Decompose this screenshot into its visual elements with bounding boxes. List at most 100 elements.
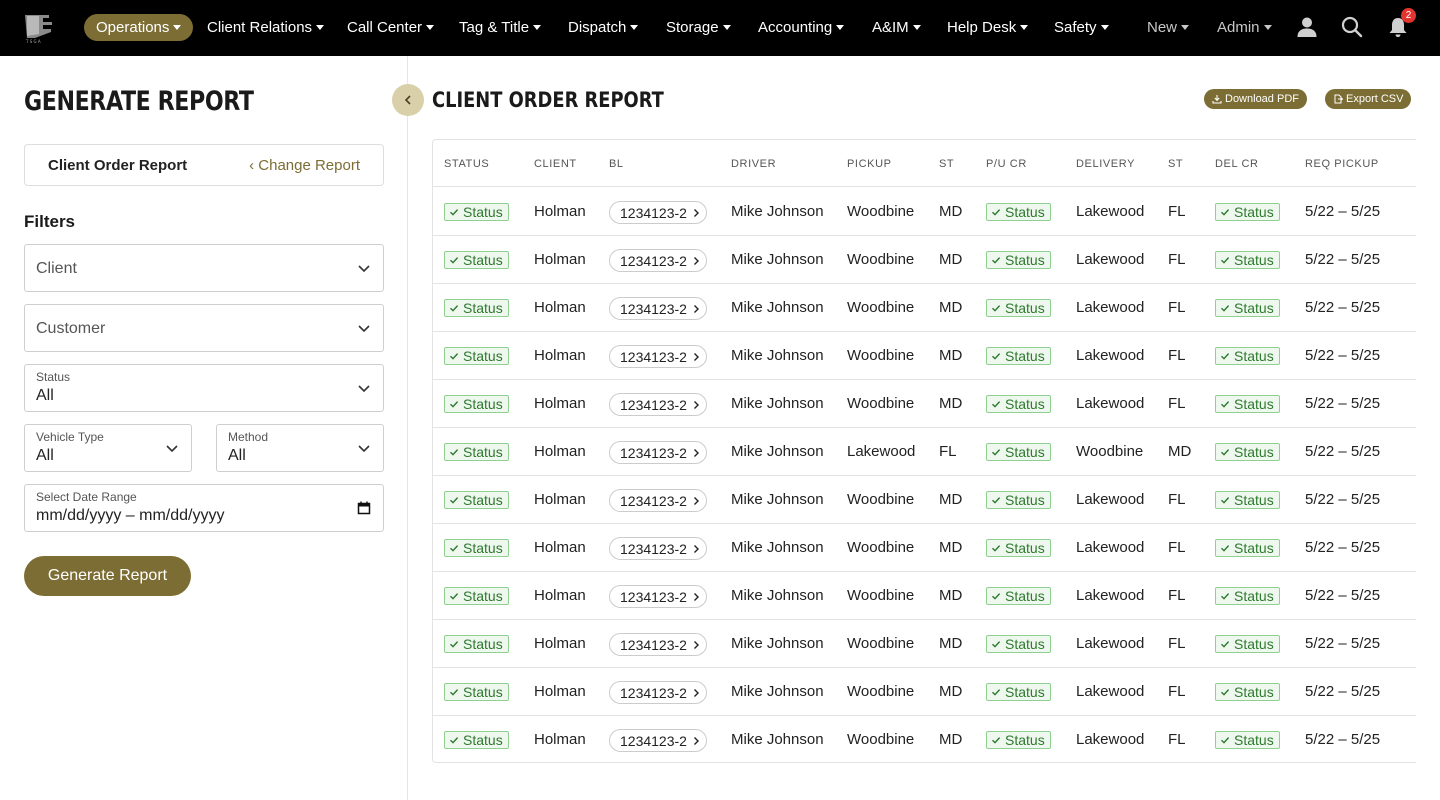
chevron-right-icon xyxy=(693,544,699,553)
user-icon[interactable] xyxy=(1296,16,1318,38)
bl-link[interactable]: 1234123-2 xyxy=(609,585,707,608)
bl-link[interactable]: 1234123-2 xyxy=(609,345,707,368)
delivery-cell: Lakewood xyxy=(1076,587,1145,604)
status-text: Status xyxy=(1234,684,1274,700)
check-icon xyxy=(450,353,459,360)
search-icon[interactable] xyxy=(1341,16,1363,38)
delivery-cell: Lakewood xyxy=(1076,299,1145,316)
customer-select[interactable]: Customer xyxy=(24,304,384,352)
bl-link[interactable]: 1234123-2 xyxy=(609,441,707,464)
nav-call-center[interactable]: Call Center xyxy=(347,14,435,41)
table-row[interactable]: Status Holman 1234123-2 Mike Johnson Woodbin… xyxy=(433,572,1416,620)
nav-help-desk[interactable]: Help Desk xyxy=(947,14,1029,41)
nav-label: Storage xyxy=(666,19,719,36)
status-text: Status xyxy=(1005,252,1045,268)
check-icon xyxy=(1221,209,1230,216)
driver-cell: Mike Johnson xyxy=(731,443,824,460)
nav-client-relations[interactable]: Client Relations xyxy=(207,14,325,41)
table-row[interactable]: Status Holman 1234123-2 Mike Johnson Woodbin… xyxy=(433,668,1416,716)
del-cr-badge: Status xyxy=(1215,683,1280,701)
check-icon xyxy=(1221,593,1230,600)
bl-link[interactable]: 1234123-2 xyxy=(609,681,707,704)
bl-link[interactable]: 1234123-2 xyxy=(609,201,707,224)
table-row[interactable]: Status Holman 1234123-2 Mike Johnson Woodbin… xyxy=(433,284,1416,332)
caret-down-icon xyxy=(1263,25,1272,30)
check-icon xyxy=(450,257,459,264)
col-delivery[interactable]: DELIVERY xyxy=(1076,158,1135,170)
delivery-cell: Lakewood xyxy=(1076,203,1145,220)
nav-label: Safety xyxy=(1054,19,1097,36)
delivery-state-cell: FL xyxy=(1168,683,1186,700)
export-csv-button[interactable]: Export CSV xyxy=(1325,89,1412,109)
col-driver[interactable]: DRIVER xyxy=(731,158,776,170)
table-row[interactable]: Status Holman 1234123-2 Mike Johnson Woodbin… xyxy=(433,524,1416,572)
col-bl[interactable]: BL xyxy=(609,158,624,170)
pickup-cell: Woodbine xyxy=(847,395,915,412)
collapse-panel-button[interactable] xyxy=(392,84,424,116)
nav-operations[interactable]: Operations xyxy=(84,14,194,41)
caret-down-icon xyxy=(1181,25,1190,30)
download-pdf-button[interactable]: Download PDF xyxy=(1204,89,1307,109)
generate-report-button[interactable]: Generate Report xyxy=(24,556,191,596)
date-range-field[interactable]: Select Date Range mm/dd/yyyy – mm/dd/yyy… xyxy=(24,484,384,532)
caret-down-icon xyxy=(1100,25,1109,30)
table-row[interactable]: Status Holman 1234123-2 Mike Johnson Woodbin… xyxy=(433,620,1416,668)
chevron-right-icon xyxy=(693,688,699,697)
table-row[interactable]: Status Holman 1234123-2 Mike Johnson Woodbin… xyxy=(433,380,1416,428)
table-row[interactable]: Status Holman 1234123-2 Mike Johnson Woodbin… xyxy=(433,332,1416,380)
bl-link[interactable]: 1234123-2 xyxy=(609,249,707,272)
status-text: Status xyxy=(1234,300,1274,316)
pickup-cell: Woodbine xyxy=(847,347,915,364)
nav-tag-title[interactable]: Tag & Title xyxy=(459,14,542,41)
delivery-state-cell: FL xyxy=(1168,347,1186,364)
req-pickup-cell: 5/22 – 5/25 xyxy=(1305,491,1381,508)
table-row[interactable]: Status Holman 1234123-2 Mike Johnson Lakewoo… xyxy=(433,428,1416,476)
table-row[interactable]: Status Holman 1234123-2 Mike Johnson Woodbin… xyxy=(433,236,1416,284)
nav-label: Accounting xyxy=(758,19,833,36)
company-logo[interactable]: T S G A xyxy=(23,12,54,44)
status-text: Status xyxy=(463,348,503,364)
check-icon xyxy=(992,737,1001,744)
nav-new[interactable]: New xyxy=(1147,14,1190,41)
bl-link[interactable]: 1234123-2 xyxy=(609,297,707,320)
method-select[interactable]: Method All xyxy=(216,424,384,472)
status-select[interactable]: Status All xyxy=(24,364,384,412)
client-select[interactable]: Client xyxy=(24,244,384,292)
nav-accounting[interactable]: Accounting xyxy=(758,14,845,41)
delivery-state-cell: FL xyxy=(1168,731,1186,748)
status-value: All xyxy=(36,387,54,404)
change-report-label: Change Report xyxy=(258,156,360,174)
col-client[interactable]: CLIENT xyxy=(534,158,577,170)
col-del-cr[interactable]: DEL CR xyxy=(1215,158,1259,170)
nav-storage[interactable]: Storage xyxy=(666,14,731,41)
calendar-icon[interactable] xyxy=(357,501,371,515)
delivery-state-cell: MD xyxy=(1168,443,1192,460)
col-pickup-st[interactable]: ST xyxy=(939,158,954,170)
col-pickup[interactable]: PICKUP xyxy=(847,158,892,170)
col-delivery-st[interactable]: ST xyxy=(1168,158,1183,170)
table-row[interactable]: Status Holman 1234123-2 Mike Johnson Woodbin… xyxy=(433,716,1416,762)
status-badge: Status xyxy=(444,251,509,269)
col-pu-cr[interactable]: P/U CR xyxy=(986,158,1027,170)
bl-link[interactable]: 1234123-2 xyxy=(609,393,707,416)
vehicle-type-select[interactable]: Vehicle Type All xyxy=(24,424,192,472)
nav-aim[interactable]: A&IM xyxy=(872,14,921,41)
col-req-pickup[interactable]: REQ PICKUP xyxy=(1305,158,1379,170)
check-icon xyxy=(450,209,459,216)
table-row[interactable]: Status Holman 1234123-2 Mike Johnson Woodbin… xyxy=(433,476,1416,524)
bl-link[interactable]: 1234123-2 xyxy=(609,489,707,512)
nav-admin[interactable]: Admin xyxy=(1217,14,1272,41)
change-report-link[interactable]: ‹ Change Report xyxy=(249,157,360,174)
status-text: Status xyxy=(1005,444,1045,460)
chevron-right-icon xyxy=(693,496,699,505)
nav-dispatch[interactable]: Dispatch xyxy=(568,14,639,41)
nav-safety[interactable]: Safety xyxy=(1054,14,1109,41)
status-text: Status xyxy=(1005,348,1045,364)
bl-link[interactable]: 1234123-2 xyxy=(609,633,707,656)
bl-link[interactable]: 1234123-2 xyxy=(609,537,707,560)
table-row[interactable]: Status Holman 1234123-2 Mike Johnson Woodbin… xyxy=(433,188,1416,236)
vehicle-type-label: Vehicle Type xyxy=(36,430,104,444)
bl-number: 1234123-2 xyxy=(620,684,687,701)
col-status[interactable]: STATUS xyxy=(444,158,489,170)
bl-link[interactable]: 1234123-2 xyxy=(609,729,707,752)
